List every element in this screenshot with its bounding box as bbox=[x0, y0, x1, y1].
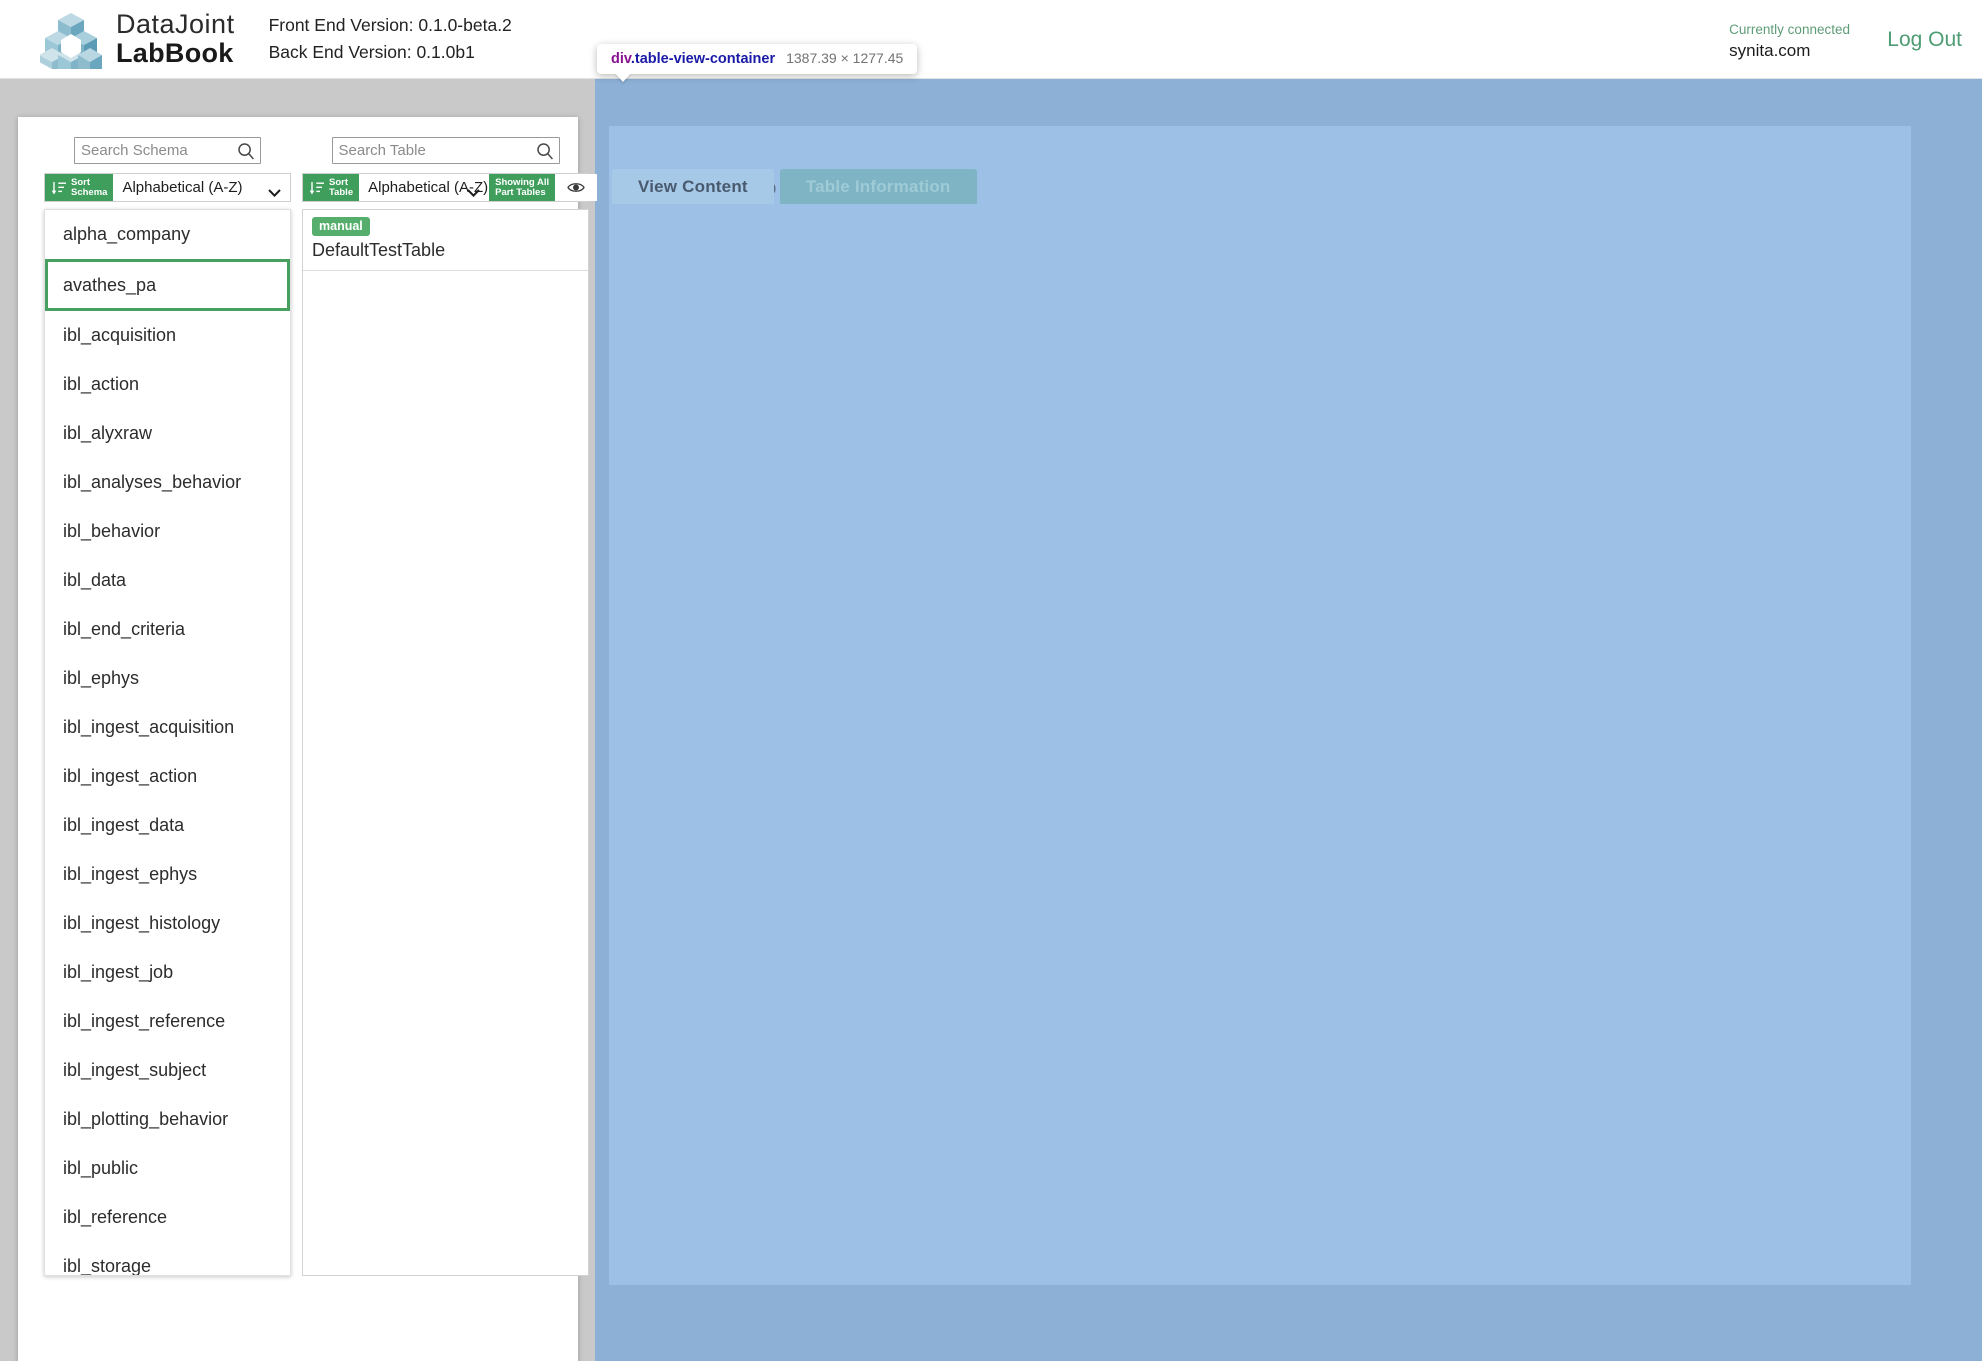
schema-list-item[interactable]: alpha_company bbox=[45, 210, 290, 259]
schema-list-item[interactable]: ibl_analyses_behavior bbox=[45, 458, 290, 507]
table-view-tabs: View Content Table Information bbox=[612, 169, 977, 204]
schema-list-item[interactable]: ibl_ephys bbox=[45, 654, 290, 703]
sort-descending-icon bbox=[51, 180, 67, 196]
eye-icon bbox=[567, 180, 585, 195]
table-sort-select[interactable]: Alphabetical (A-Z) bbox=[359, 174, 490, 201]
schema-list-item[interactable]: ibl_acquisition bbox=[45, 311, 290, 360]
brand-name-labbook: LabBook bbox=[116, 38, 234, 68]
back-end-version: Back End Version: 0.1.0b1 bbox=[268, 42, 475, 62]
schema-list-item[interactable]: ibl_ingest_subject bbox=[45, 1046, 290, 1095]
schema-list-item[interactable]: ibl_ingest_job bbox=[45, 948, 290, 997]
sort-table-chip-label: Sort Table bbox=[329, 176, 354, 198]
sort-schema-chip-label: Sort Schema bbox=[71, 176, 108, 198]
inspect-selector: div.table-view-container bbox=[611, 51, 775, 67]
table-list[interactable]: manual DefaultTestTable bbox=[302, 209, 589, 1276]
schema-table-explorer: Sort Schema Alphabetical (A-Z) bbox=[18, 117, 598, 1361]
tab-view-content[interactable]: View Content bbox=[612, 169, 774, 204]
schema-list-item[interactable]: ibl_ingest_reference bbox=[45, 997, 290, 1046]
connection-info: Currently connected synita.com bbox=[1729, 22, 1850, 61]
devtools-inspect-tooltip: div.table-view-container 1387.39 × 1277.… bbox=[597, 44, 918, 74]
table-pane: Sort Table Alphabetical (A-Z) bbox=[302, 129, 598, 1276]
search-table-input[interactable] bbox=[332, 138, 559, 163]
table-sort-row: Sort Table Alphabetical (A-Z) Showing Al… bbox=[302, 173, 598, 202]
schema-sort-select-wrap: Alphabetical (A-Z) bbox=[113, 174, 290, 201]
inspect-dimensions: 1387.39 × 1277.45 bbox=[786, 50, 904, 66]
schema-sort-select[interactable]: Alphabetical (A-Z) bbox=[113, 174, 290, 201]
schema-list-item[interactable]: ibl_action bbox=[45, 360, 290, 409]
schema-list[interactable]: alpha_company avathes_pa ibl_acquisition… bbox=[44, 209, 291, 1276]
table-search-box[interactable] bbox=[331, 137, 560, 164]
toggle-part-tables-button[interactable] bbox=[555, 174, 598, 201]
schema-list-item[interactable]: ibl_ingest_action bbox=[45, 752, 290, 801]
table-name-label: DefaultTestTable bbox=[312, 240, 446, 260]
schema-list-item[interactable]: ibl_storage bbox=[45, 1242, 290, 1275]
sort-schema-chip[interactable]: Sort Schema bbox=[45, 174, 114, 201]
table-type-badge: manual bbox=[312, 217, 370, 236]
explorer-panes: Sort Schema Alphabetical (A-Z) bbox=[44, 129, 598, 1276]
brand-name-datajoint: DataJoint bbox=[116, 9, 235, 39]
app-root: DataJoint LabBook Front End Version: 0.1… bbox=[0, 0, 1982, 1361]
schema-list-item-selected[interactable]: avathes_pa bbox=[45, 259, 290, 311]
logout-button[interactable]: Log Out bbox=[1887, 28, 1962, 52]
schema-list-item[interactable]: ibl_data bbox=[45, 556, 290, 605]
sort-descending-icon bbox=[309, 180, 325, 196]
tab-table-information[interactable]: Table Information bbox=[779, 169, 977, 204]
sort-table-chip[interactable]: Sort Table bbox=[303, 174, 360, 201]
schema-list-item[interactable]: ibl_reference bbox=[45, 1193, 290, 1242]
schema-search-box[interactable] bbox=[74, 137, 261, 164]
table-search-row bbox=[302, 129, 589, 164]
schema-sort-row: Sort Schema Alphabetical (A-Z) bbox=[44, 173, 291, 202]
table-sort-select-wrap: Alphabetical (A-Z) bbox=[359, 174, 490, 201]
table-list-item[interactable]: manual DefaultTestTable bbox=[303, 210, 588, 271]
connection-status-label: Currently connected bbox=[1729, 22, 1850, 37]
table-view-content-area: Select a table to see contents bbox=[609, 126, 1911, 1285]
connection-host: synita.com bbox=[1729, 41, 1811, 61]
inspect-element-name: div bbox=[611, 51, 631, 67]
table-view-container-highlight: Select a table to see contents bbox=[595, 79, 1982, 1361]
version-info: Front End Version: 0.1.0-beta.2 Back End… bbox=[269, 12, 512, 66]
datajoint-cubes-logo-icon bbox=[40, 9, 102, 69]
schema-list-item[interactable]: ibl_behavior bbox=[45, 507, 290, 556]
brand: DataJoint LabBook bbox=[40, 9, 235, 69]
schema-search-row bbox=[44, 129, 291, 164]
schema-list-item[interactable]: ibl_ingest_ephys bbox=[45, 850, 290, 899]
schema-pane: Sort Schema Alphabetical (A-Z) bbox=[44, 129, 291, 1276]
search-schema-input[interactable] bbox=[75, 138, 260, 163]
showing-part-tables-label: Showing All Part Tables bbox=[489, 174, 556, 201]
schema-list-item[interactable]: ibl_ingest_histology bbox=[45, 899, 290, 948]
app-header: DataJoint LabBook Front End Version: 0.1… bbox=[0, 0, 1982, 79]
schema-list-item[interactable]: ibl_ingest_data bbox=[45, 801, 290, 850]
schema-list-item[interactable]: ibl_end_criteria bbox=[45, 605, 290, 654]
schema-list-item[interactable]: ibl_plotting_behavior bbox=[45, 1095, 290, 1144]
brand-text: DataJoint LabBook bbox=[116, 11, 235, 67]
front-end-version: Front End Version: 0.1.0-beta.2 bbox=[268, 14, 512, 35]
schema-list-item[interactable]: ibl_ingest_acquisition bbox=[45, 703, 290, 752]
schema-list-item[interactable]: ibl_alyxraw bbox=[45, 409, 290, 458]
schema-list-item[interactable]: ibl_public bbox=[45, 1144, 290, 1193]
inspect-class-name: .table-view-container bbox=[630, 51, 776, 67]
body-area: Select a table to see contents View Cont… bbox=[0, 79, 1982, 1361]
